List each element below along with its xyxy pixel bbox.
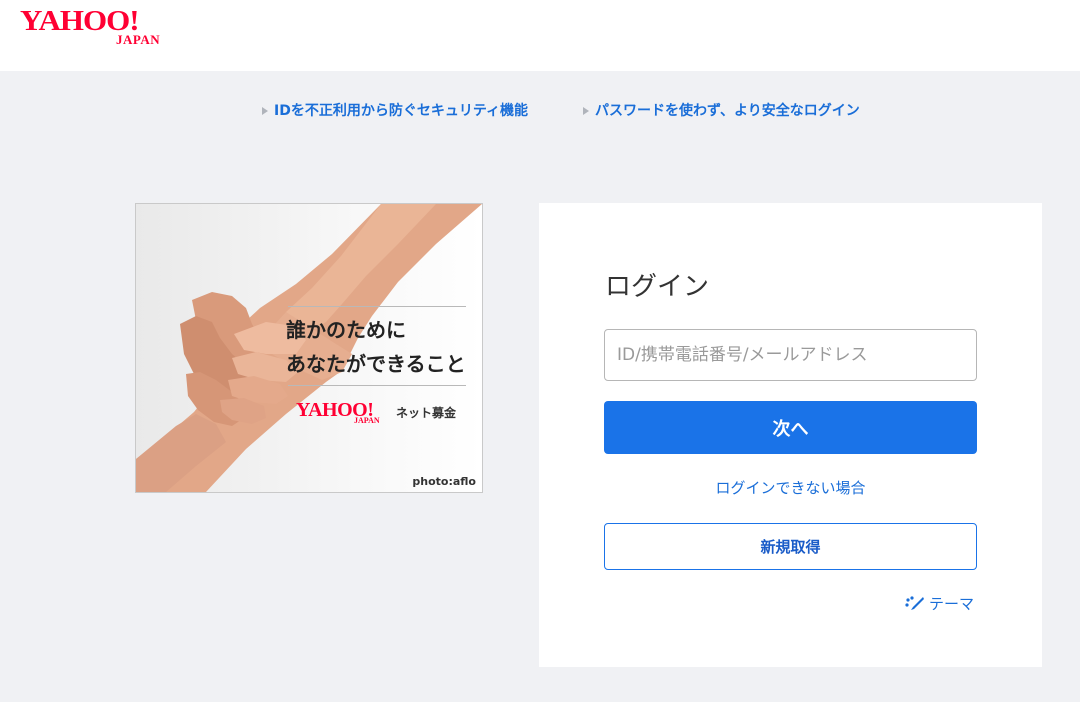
ad-brand-sub-text: JAPAN (354, 416, 380, 425)
passwordless-login-label: パスワードを使わず、より安全なログイン (595, 103, 860, 119)
security-links: IDを不正利用から防ぐセキュリティ機能 パスワードを使わず、より安全なログイン (0, 100, 1080, 122)
security-feature-label: IDを不正利用から防ぐセキュリティ機能 (274, 103, 528, 119)
logo-sub-text: JAPAN (116, 32, 161, 47)
register-button[interactable]: 新規取得 (604, 523, 977, 570)
login-panel: ログイン 次へ ログインできない場合 新規取得 テーマ (539, 203, 1042, 667)
donation-ad-banner[interactable]: 誰かのために あなたができること YAHOO! JAPAN ネット募金 phot… (135, 203, 483, 493)
ad-divider (288, 306, 466, 307)
ad-headline-2: あなたができること (286, 352, 466, 376)
login-trouble-link[interactable]: ログインできない場合 (604, 478, 977, 498)
ad-divider (288, 385, 466, 386)
theme-label: テーマ (928, 595, 974, 613)
ad-brand-service: ネット募金 (396, 406, 457, 420)
ad-brand-logo: YAHOO! JAPAN ネット募金 (296, 399, 482, 427)
triangle-right-icon (262, 107, 268, 115)
header: YAHOO! JAPAN (0, 0, 1080, 71)
login-title: ログイン (605, 272, 710, 302)
next-button[interactable]: 次へ (604, 401, 977, 454)
theme-link[interactable]: テーマ (905, 594, 974, 614)
triangle-right-icon (583, 107, 589, 115)
security-feature-link[interactable]: IDを不正利用から防ぐセキュリティ機能 (262, 100, 528, 122)
ad-photo-credit: photo:aflo (412, 475, 476, 488)
passwordless-login-link[interactable]: パスワードを使わず、より安全なログイン (583, 100, 860, 122)
ad-headline-1: 誰かのために (286, 318, 406, 342)
id-input[interactable] (604, 329, 977, 381)
palette-icon (905, 596, 924, 610)
yahoo-japan-logo[interactable]: YAHOO! JAPAN (20, 6, 180, 50)
